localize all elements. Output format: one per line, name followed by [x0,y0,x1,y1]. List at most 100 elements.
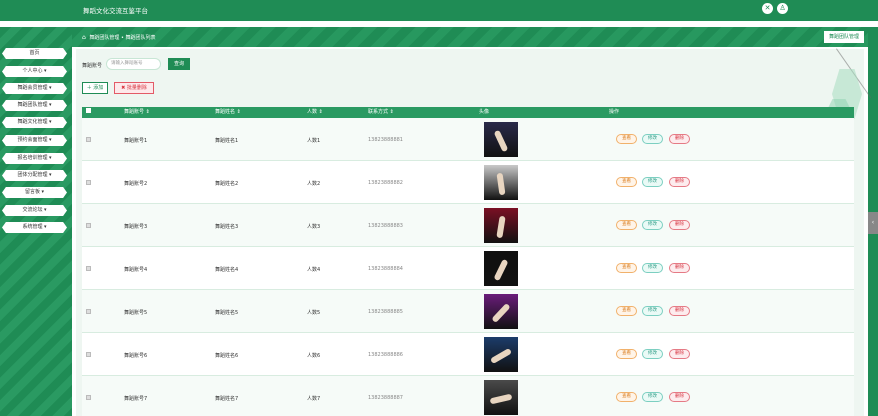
delete-button[interactable]: 删除 [669,349,690,359]
col-header-name[interactable]: 舞蹈姓名 ⇕ [215,107,241,118]
delete-button[interactable]: 删除 [669,306,690,316]
batch-delete-button[interactable]: ✖ 批量删除 [114,82,154,94]
sidebar-item-group-management[interactable]: 团体分配管理 ▾ [2,170,67,181]
table-row: 舞蹈账号5 舞蹈姓名5 人数5 13823888885 查看 修改 删除 [82,290,854,333]
content-panel: 舞蹈账号 请输入舞蹈账号 查询 ＋ 添加 ✖ 批量删除 舞蹈账号 ⇕ 舞蹈姓名 … [76,48,872,416]
table-row: 舞蹈账号1 舞蹈姓名1 人数1 13823888881 查看 修改 删除 [82,118,854,161]
cell-account: 舞蹈账号7 [124,396,148,402]
sidebar-item-team-management[interactable]: 舞蹈团队管理 ▾ [2,100,67,111]
avatar [484,251,518,286]
dancer-figure [491,302,511,324]
cell-phone: 13823888881 [368,137,403,143]
cell-phone: 13823888882 [368,180,403,186]
delete-button[interactable]: 删除 [669,177,690,187]
dancer-figure [496,215,506,239]
user-icon[interactable]: ♙ [777,3,788,14]
cell-account: 舞蹈账号5 [124,310,148,316]
row-checkbox[interactable] [86,395,91,402]
table-row: 舞蹈账号7 舞蹈姓名7 人数7 13823888887 查看 修改 删除 [82,376,854,416]
cell-phone: 13823888886 [368,352,403,358]
delete-button[interactable]: 删除 [669,134,690,144]
row-checkbox[interactable] [86,223,91,230]
table-body: 舞蹈账号1 舞蹈姓名1 人数1 13823888881 查看 修改 删除 舞蹈账号2 舞蹈姓名2… [76,118,864,416]
sidebar-item-personal-center[interactable]: 个人中心 ▾ [2,66,67,77]
add-button[interactable]: ＋ 添加 [82,82,108,94]
cell-name: 舞蹈姓名1 [215,138,239,144]
cell-name: 舞蹈姓名7 [215,396,239,402]
view-button[interactable]: 查看 [616,220,637,230]
cell-count: 人数4 [307,267,321,273]
cell-count: 人数3 [307,224,321,230]
select-all-checkbox[interactable] [86,107,91,118]
avatar [484,122,518,157]
cell-count: 人数6 [307,353,321,359]
avatar [484,337,518,372]
cell-account: 舞蹈账号4 [124,267,148,273]
sidebar-item-member-management[interactable]: 舞蹈会员管理 ▾ [2,83,67,94]
search-input[interactable]: 请输入舞蹈账号 [106,58,161,70]
dancer-figure [493,258,509,282]
breadcrumb-path: 舞蹈团队管理 • 舞蹈团队列表 [89,35,156,41]
edit-button[interactable]: 修改 [642,177,663,187]
search-button[interactable]: 查询 [168,58,190,70]
delete-button[interactable]: 删除 [669,263,690,273]
table-row: 舞蹈账号4 舞蹈姓名4 人数4 13823888884 查看 修改 删除 [82,247,854,290]
breadcrumb: ⌂ 舞蹈团队管理 • 舞蹈团队列表 [82,34,156,41]
row-checkbox[interactable] [86,352,91,359]
home-icon[interactable]: ⌂ [82,34,86,41]
cell-account: 舞蹈账号1 [124,138,148,144]
side-scroll-handle-icon[interactable]: ‹ [868,212,878,234]
cell-count: 人数7 [307,396,321,402]
cell-phone: 13823888884 [368,266,403,272]
sidebar-item-message-board[interactable]: 留言板 ▾ [2,187,67,198]
view-button[interactable]: 查看 [616,134,637,144]
cell-name: 舞蹈姓名6 [215,353,239,359]
edit-button[interactable]: 修改 [642,220,663,230]
sidebar-item-system-management[interactable]: 系统管理 ▾ [2,222,67,233]
delete-button[interactable]: 删除 [669,392,690,402]
row-checkbox[interactable] [86,180,91,187]
cell-count: 人数1 [307,138,321,144]
row-checkbox[interactable] [86,309,91,316]
edit-button[interactable]: 修改 [642,306,663,316]
col-header-count[interactable]: 人数 ⇕ [307,107,323,118]
avatar [484,294,518,329]
sidebar-item-training-management[interactable]: 报名培训管理 ▾ [2,153,67,164]
top-bar: 舞蹈文化交流互鉴平台 ✕ ♙ [0,0,878,21]
sidebar-item-home[interactable]: 首页 [2,48,67,59]
delete-button[interactable]: 删除 [669,220,690,230]
view-button[interactable]: 查看 [616,306,637,316]
main-content: ⌂ 舞蹈团队管理 • 舞蹈团队列表 舞蹈团队管理 舞蹈账号 请输入舞蹈账号 查询… [72,27,872,416]
cell-account: 舞蹈账号6 [124,353,148,359]
avatar [484,208,518,243]
edit-button[interactable]: 修改 [642,263,663,273]
team-management-button[interactable]: 舞蹈团队管理 [823,31,864,43]
col-header-account[interactable]: 舞蹈账号 ⇕ [124,107,150,118]
edit-button[interactable]: 修改 [642,349,663,359]
sidebar: 首页 个人中心 ▾ 舞蹈会员管理 ▾ 舞蹈团队管理 ▾ 舞蹈文化管理 ▾ 预约会… [0,27,72,416]
col-header-phone[interactable]: 联系方式 ⇕ [368,107,394,118]
view-button[interactable]: 查看 [616,177,637,187]
view-button[interactable]: 查看 [616,349,637,359]
edit-button[interactable]: 修改 [642,134,663,144]
cell-name: 舞蹈姓名3 [215,224,239,230]
app-title: 舞蹈文化交流互鉴平台 [83,7,148,15]
avatar [484,165,518,200]
dancer-figure [489,347,513,365]
view-button[interactable]: 查看 [616,392,637,402]
row-checkbox[interactable] [86,137,91,144]
row-checkbox[interactable] [86,266,91,273]
cell-count: 人数5 [307,310,321,316]
sidebar-item-appointment-management[interactable]: 预约会面管理 ▾ [2,135,67,146]
table-row: 舞蹈账号3 舞蹈姓名3 人数3 13823888883 查看 修改 删除 [82,204,854,247]
sidebar-item-forum[interactable]: 交流论坛 ▾ [2,205,67,216]
close-icon[interactable]: ✕ [762,3,773,14]
cell-account: 舞蹈账号2 [124,181,148,187]
view-button[interactable]: 查看 [616,263,637,273]
edit-button[interactable]: 修改 [642,392,663,402]
sidebar-item-culture-management[interactable]: 舞蹈文化管理 ▾ [2,117,67,128]
col-header-avatar: 头像 [479,109,490,115]
table-row: 舞蹈账号2 舞蹈姓名2 人数2 13823888882 查看 修改 删除 [82,161,854,204]
dancer-figure [493,129,509,153]
cell-name: 舞蹈姓名4 [215,267,239,273]
